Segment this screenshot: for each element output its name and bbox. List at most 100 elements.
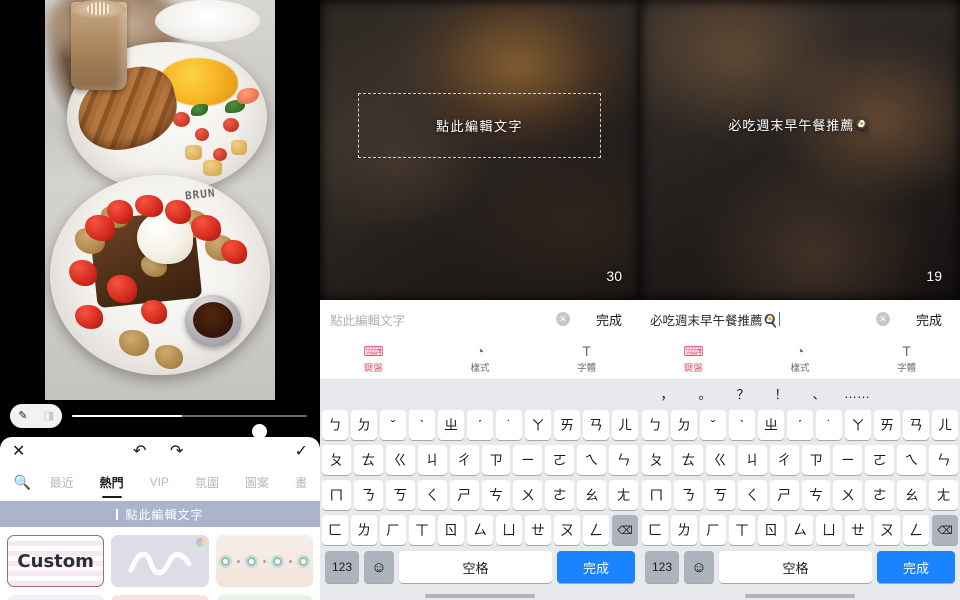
key-ㄝ[interactable]: ㄝ [845,515,871,545]
key-ㄈ[interactable]: ㄈ [322,515,348,545]
key-ㄑ[interactable]: ㄑ [737,480,767,510]
suggestion-item[interactable]: 。 [686,384,724,403]
keyboard-done-key[interactable]: 完成 [877,551,955,583]
key-ㄤ[interactable]: ㄤ [609,480,639,510]
done-button[interactable]: 完成 [578,310,640,329]
key-ㄙ[interactable]: ㄙ [787,515,813,545]
editor-canvas-right[interactable]: 必吃週末早午餐推薦🍳 19 [640,0,960,300]
key-ㄥ[interactable]: ㄥ [583,515,609,545]
key-ˇ[interactable]: ˇ [380,410,406,440]
tab-font[interactable]: T 字體 [853,338,960,379]
brush-stroke-sticker[interactable] [111,535,209,587]
key-ㄜ[interactable]: ㄜ [865,480,895,510]
floral-border-sticker[interactable] [215,535,313,587]
sticker-item[interactable] [215,595,313,600]
key-ㄔ[interactable]: ㄔ [769,445,799,475]
key-ㄩ[interactable]: ㄩ [496,515,522,545]
key-ㄦ[interactable]: ㄦ [932,410,958,440]
clear-icon[interactable]: ✕ [556,312,570,326]
keyboard-done-key[interactable]: 完成 [557,551,635,583]
tab-vip[interactable]: VIP [137,475,182,489]
numeric-key[interactable]: 123 [645,551,679,583]
key-ㄈ[interactable]: ㄈ [642,515,668,545]
key-ㄐ[interactable]: ㄐ [417,445,447,475]
key-ㄅ[interactable]: ㄅ [642,410,668,440]
key-ㄒ[interactable]: ㄒ [729,515,755,545]
done-button[interactable]: 完成 [898,310,960,329]
key-ㄕ[interactable]: ㄕ [449,480,479,510]
close-icon[interactable]: ✕ [12,443,25,461]
search-icon[interactable]: 🔍 [8,474,37,491]
key-ㄧ[interactable]: ㄧ [513,445,543,475]
text-placeholder-box[interactable]: 點此編輯文字 [358,93,601,158]
key-ㄍ[interactable]: ㄍ [385,445,415,475]
key-ㄝ[interactable]: ㄝ [525,515,551,545]
key-ㄢ[interactable]: ㄢ [903,410,929,440]
key-ˇ[interactable]: ˇ [700,410,726,440]
key-ㄒ[interactable]: ㄒ [409,515,435,545]
key-ㄗ[interactable]: ㄗ [481,445,511,475]
key-ㄖ[interactable]: ㄖ [438,515,464,545]
tab-hot[interactable]: 熱門 [87,474,137,491]
key-ㄙ[interactable]: ㄙ [467,515,493,545]
numeric-key[interactable]: 123 [325,551,359,583]
backspace-key[interactable]: ⌫ [932,515,958,545]
key-ㄠ[interactable]: ㄠ [897,480,927,510]
key-ㄌ[interactable]: ㄌ [671,515,697,545]
key-ㄆ[interactable]: ㄆ [641,445,671,475]
key-ㄛ[interactable]: ㄛ [865,445,895,475]
confirm-icon[interactable]: ✓ [295,443,308,461]
key-ㄌ[interactable]: ㄌ [351,515,377,545]
suggestion-item[interactable]: ， [648,384,686,403]
sticker-item[interactable] [7,595,105,600]
key-ㄕ[interactable]: ㄕ [769,480,799,510]
brush-mode-toggle[interactable]: ✎ ◨ [10,404,62,428]
space-key[interactable]: 空格 [399,551,552,583]
key-ㄓ[interactable]: ㄓ [438,410,464,440]
key-ㄣ[interactable]: ㄣ [609,445,639,475]
key-ㄗ[interactable]: ㄗ [801,445,831,475]
key-ㄜ[interactable]: ㄜ [545,480,575,510]
tab-draw[interactable]: 畫 [282,474,320,491]
key-ㄠ[interactable]: ㄠ [577,480,607,510]
eraser-icon[interactable]: ◨ [36,410,62,422]
tab-style[interactable]: ◔ 樣式 [427,338,534,379]
text-input-field[interactable]: 必吃週末早午餐推薦🍳 ✕ [650,306,898,332]
key-ㄤ[interactable]: ㄤ [929,480,959,510]
key-ㄨ[interactable]: ㄨ [513,480,543,510]
key-ㄅ[interactable]: ㄅ [322,410,348,440]
suggestion-item[interactable]: 、 [800,384,838,403]
key-ㄢ[interactable]: ㄢ [583,410,609,440]
key-ㄍ[interactable]: ㄍ [705,445,735,475]
key-ˋ[interactable]: ˋ [409,410,435,440]
key-ㄇ[interactable]: ㄇ [321,480,351,510]
key-ㄡ[interactable]: ㄡ [554,515,580,545]
overlay-text[interactable]: 必吃週末早午餐推薦🍳 [640,115,960,134]
tab-keyboard[interactable]: ⌨ 鍵盤 [640,338,747,379]
key-ㄏ[interactable]: ㄏ [380,515,406,545]
key-ㄋ[interactable]: ㄋ [353,480,383,510]
brush-size-slider[interactable] [72,415,307,439]
key-ㄉ[interactable]: ㄉ [351,410,377,440]
suggestion-item[interactable]: ？ [724,384,762,403]
tab-keyboard[interactable]: ⌨ 鍵盤 [320,338,427,379]
tab-pattern[interactable]: 圖案 [232,474,282,491]
key-ˊ[interactable]: ˊ [467,410,493,440]
emoji-key[interactable]: ☺ [684,551,714,583]
key-ㄔ[interactable]: ㄔ [449,445,479,475]
backspace-key[interactable]: ⌫ [612,515,638,545]
key-ㄧ[interactable]: ㄧ [833,445,863,475]
text-input-field[interactable]: 點此編輯文字 ✕ [330,306,578,332]
key-ㄎ[interactable]: ㄎ [385,480,415,510]
tab-mood[interactable]: 氛圍 [182,474,232,491]
key-ㄟ[interactable]: ㄟ [577,445,607,475]
key-ㄞ[interactable]: ㄞ [554,410,580,440]
key-ㄐ[interactable]: ㄐ [737,445,767,475]
key-ㄚ[interactable]: ㄚ [525,410,551,440]
key-ㄥ[interactable]: ㄥ [903,515,929,545]
tab-font[interactable]: T 字體 [533,338,640,379]
photo-preview-brunch[interactable]: BRUN [45,0,275,400]
key-˙[interactable]: ˙ [496,410,522,440]
key-ㄣ[interactable]: ㄣ [929,445,959,475]
key-ㄛ[interactable]: ㄛ [545,445,575,475]
